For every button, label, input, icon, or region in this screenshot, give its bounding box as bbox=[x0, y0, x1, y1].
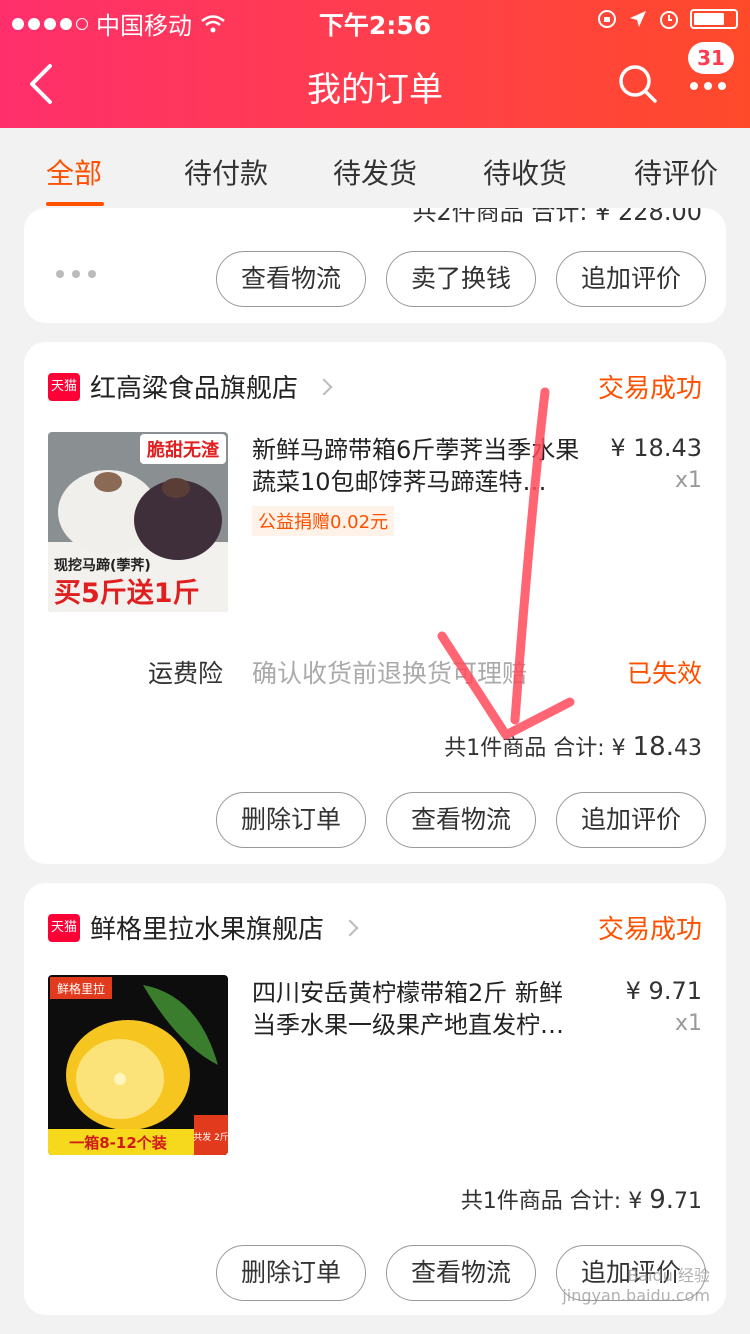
summary-amount-dec: 43 bbox=[674, 736, 702, 761]
search-icon[interactable] bbox=[618, 64, 658, 104]
message-count-badge[interactable]: 31 bbox=[688, 42, 734, 74]
tab-pending-review[interactable]: 待评价 bbox=[634, 152, 718, 192]
order-status: 交易成功 bbox=[597, 915, 702, 945]
insurance-status: 已失效 bbox=[626, 659, 702, 688]
tmall-icon: 天猫 bbox=[48, 913, 80, 942]
shop-link[interactable]: 天猫 红高粱食品旗舰店 bbox=[48, 368, 333, 405]
thumb-promo-text: 一箱8-12个装 bbox=[69, 1134, 168, 1152]
add-review-button[interactable]: 追加评价 bbox=[556, 251, 706, 307]
thumb-promo-text: 买5斤送1斤 bbox=[54, 578, 200, 609]
thumb-badge-text: 脆甜无渣 bbox=[146, 439, 220, 461]
battery-icon bbox=[690, 9, 738, 29]
sell-for-cash-button[interactable]: 卖了换钱 bbox=[386, 251, 536, 307]
product-image[interactable]: 鲜格里拉 一箱8-12个装 共发 2斤 bbox=[48, 975, 228, 1155]
product-quantity: x1 bbox=[674, 1011, 702, 1036]
product-image[interactable]: 脆甜无渣 现挖马蹄(荸荠) 买5斤送1斤 bbox=[48, 432, 228, 612]
more-icon[interactable] bbox=[690, 82, 726, 90]
more-options-icon[interactable] bbox=[56, 270, 96, 278]
status-bar: 中国移动 下午2:56 bbox=[0, 0, 750, 40]
order-summary: 共2件商品 合计: ¥ 228.00 bbox=[412, 208, 703, 226]
thumb-caption-text: 现挖马蹄(荸荠) bbox=[54, 557, 151, 574]
summary-label: 共1件商品 合计: ¥ bbox=[444, 736, 633, 761]
rotation-lock-icon bbox=[598, 10, 616, 28]
view-logistics-button[interactable]: 查看物流 bbox=[386, 1245, 536, 1301]
insurance-label: 运费险 bbox=[148, 659, 224, 688]
order-card-previous: 共2件商品 合计: ¥ 228.00 查看物流 卖了换钱 追加评价 bbox=[24, 208, 726, 323]
view-logistics-button[interactable]: 查看物流 bbox=[216, 251, 366, 307]
product-price: ¥ 18.43 bbox=[610, 434, 702, 462]
delete-order-button[interactable]: 删除订单 bbox=[216, 1245, 366, 1301]
watermark: Baidu 经验 jingyan.baidu.com bbox=[562, 1266, 710, 1305]
charity-tag: 公益捐赠0.02元 bbox=[252, 506, 395, 536]
product-title[interactable]: 四川安岳黄柠檬带箱2斤 新鲜当季水果一级果产地直发柠… bbox=[252, 977, 582, 1041]
tmall-icon: 天猫 bbox=[48, 372, 80, 401]
order-summary: 共1件商品 合计: ¥ 9.71 bbox=[461, 1183, 702, 1215]
product-price: ¥ 9.71 bbox=[625, 977, 702, 1005]
tab-all[interactable]: 全部 bbox=[46, 152, 102, 192]
chevron-right-icon bbox=[315, 378, 333, 395]
shop-name: 红高粱食品旗舰店 bbox=[90, 374, 299, 404]
summary-amount-dec: 71 bbox=[674, 1189, 702, 1214]
product-quantity: x1 bbox=[674, 468, 702, 493]
order-card-2: 天猫 鲜格里拉水果旗舰店 交易成功 鲜格里拉 一箱8-12个装 共发 2斤 四川… bbox=[24, 883, 726, 1315]
thumb-badge-text: 鲜格里拉 bbox=[57, 981, 105, 996]
insurance-description: 确认收货前退换货可理赔 bbox=[252, 659, 528, 688]
summary-amount-int: 9. bbox=[649, 1185, 674, 1215]
order-status: 交易成功 bbox=[597, 374, 702, 404]
view-logistics-button[interactable]: 查看物流 bbox=[386, 792, 536, 848]
alarm-icon bbox=[660, 11, 678, 29]
active-tab-indicator bbox=[46, 202, 104, 206]
delete-order-button[interactable]: 删除订单 bbox=[216, 792, 366, 848]
order-tabs: 全部 待付款 待发货 待收货 待评价 bbox=[0, 128, 750, 208]
order-card-1: 天猫 红高粱食品旗舰店 交易成功 脆甜无渣 现挖马蹄(荸荠) 买5斤送1斤 新鲜… bbox=[24, 342, 726, 864]
location-icon bbox=[630, 11, 646, 27]
summary-label: 共1件商品 合计: ¥ bbox=[460, 1189, 650, 1214]
summary-amount-int: 18. bbox=[632, 732, 674, 762]
tab-pending-payment[interactable]: 待付款 bbox=[184, 152, 268, 192]
shop-link[interactable]: 天猫 鲜格里拉水果旗舰店 bbox=[48, 909, 359, 946]
chevron-right-icon bbox=[341, 919, 359, 936]
header-bar: 中国移动 下午2:56 我的订单 31 bbox=[0, 0, 750, 128]
thumb-corner-text: 共发 2斤 bbox=[193, 1131, 228, 1143]
order-summary: 共1件商品 合计: ¥ 18.43 bbox=[444, 730, 702, 762]
tab-pending-receipt[interactable]: 待收货 bbox=[483, 152, 567, 192]
shop-name: 鲜格里拉水果旗舰店 bbox=[90, 915, 325, 945]
add-review-button[interactable]: 追加评价 bbox=[556, 792, 706, 848]
product-title[interactable]: 新鲜马蹄带箱6斤荸荠当季水果蔬菜10包邮饽荠马蹄莲特… bbox=[252, 434, 582, 498]
tab-pending-shipment[interactable]: 待发货 bbox=[333, 152, 417, 192]
